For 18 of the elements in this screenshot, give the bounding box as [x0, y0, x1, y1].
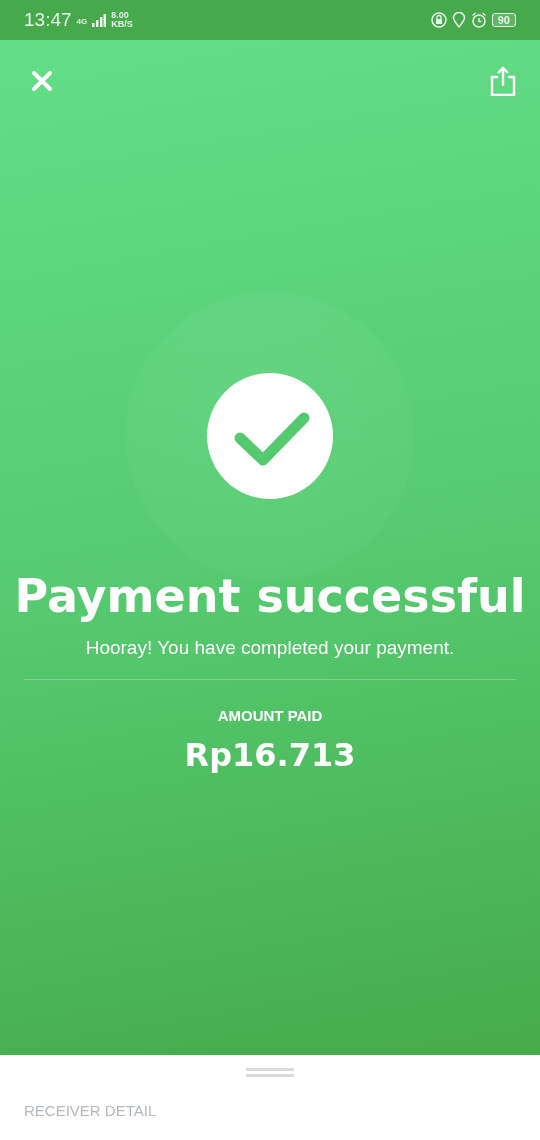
speed-value: 8.00 — [111, 11, 130, 20]
close-icon[interactable] — [31, 70, 53, 92]
speed-unit: KB/S — [111, 20, 133, 29]
lock-icon — [430, 12, 447, 28]
amount-label: AMOUNT PAID — [217, 707, 323, 724]
alarm-icon — [470, 12, 487, 28]
success-title: Payment successful — [14, 569, 526, 623]
drag-handle[interactable] — [246, 1068, 294, 1077]
success-message: Hooray! You have completed your payment. — [85, 637, 455, 659]
amount-value: Rp16.713 — [184, 736, 356, 774]
section-title: RECEIVER DETAIL — [24, 1102, 158, 1119]
clock-time: 13:47 — [24, 9, 72, 31]
network-type: 4G — [76, 17, 88, 26]
battery-indicator: 90 — [491, 13, 516, 27]
success-check-icon — [207, 373, 333, 499]
signal-icon — [92, 13, 107, 27]
location-icon — [451, 12, 466, 28]
share-icon[interactable] — [490, 66, 516, 96]
